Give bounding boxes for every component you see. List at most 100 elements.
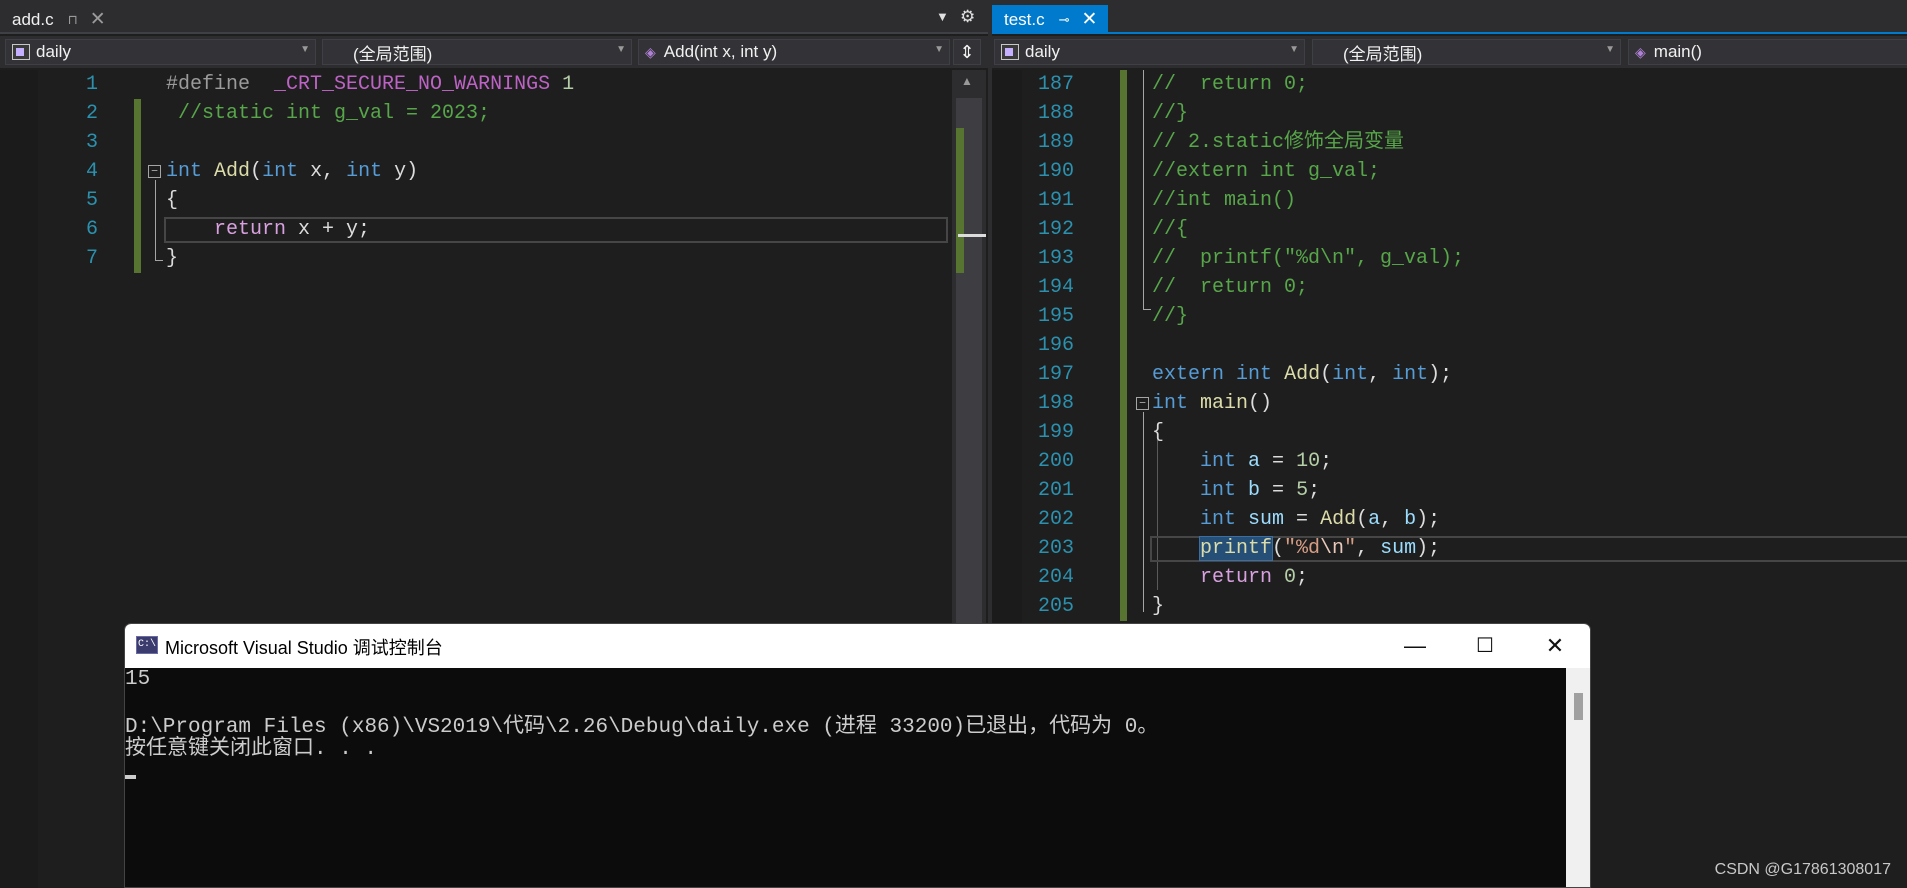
console-scrollbar[interactable] (1566, 668, 1590, 887)
gear-icon[interactable]: ⚙ (960, 7, 975, 27)
pin-icon[interactable]: ⊸ (1059, 12, 1070, 28)
change-map-marker (956, 128, 964, 273)
code-line: printf("%d\n", sum); (1198, 536, 1441, 561)
console-app-icon: C:\ (136, 636, 158, 654)
line-number: 193 (1037, 247, 1074, 270)
code-line: //} (1152, 305, 1189, 328)
minimize-icon[interactable]: — (1380, 624, 1450, 668)
code-line: } (1152, 595, 1165, 618)
line-number: 1 (85, 73, 98, 96)
right-navigation-bar: daily ▼ (全局范围) ▼ ◈ main() (992, 36, 1907, 68)
chevron-down-icon: ▼ (1605, 44, 1615, 55)
line-number: 188 (1037, 102, 1074, 125)
collapse-icon[interactable]: − (148, 165, 161, 178)
project-dropdown-label: daily (1025, 42, 1060, 61)
code-line: //} (1152, 102, 1189, 125)
chevron-down-icon: ▼ (1289, 44, 1299, 55)
fold-guide (1143, 70, 1144, 310)
left-tab-strip: add.c ⊓ ✕ ▼ ⚙ (0, 0, 988, 34)
tab-title: add.c (12, 9, 54, 29)
line-number: 190 (1037, 160, 1074, 183)
selected-text: printf (1198, 536, 1274, 561)
project-dropdown[interactable]: daily ▼ (994, 39, 1305, 65)
console-scrollbar-thumb[interactable] (1574, 693, 1583, 720)
line-number: 205 (1037, 595, 1074, 618)
code-line: return x + y; (214, 218, 371, 241)
member-dropdown[interactable]: ◈ Add(int x, int y) ▼ (638, 39, 950, 65)
line-number: 203 (1037, 537, 1074, 560)
code-line: int main() (1152, 392, 1273, 415)
code-line: // return 0; (1152, 73, 1309, 96)
code-line: //int main() (1152, 189, 1297, 212)
code-line: extern int Add(int, int); (1152, 363, 1453, 386)
member-dropdown-label: main() (1653, 42, 1702, 61)
console-cursor (125, 775, 136, 779)
scroll-up-icon[interactable]: ▲ (961, 74, 973, 88)
console-title-bar[interactable]: C:\ Microsoft Visual Studio 调试控制台 — ☐ ✕ (125, 624, 1590, 668)
code-line: //{ (1152, 218, 1189, 241)
project-icon (1001, 44, 1019, 60)
code-line: int Add(int x, int y) (166, 160, 419, 183)
maximize-icon[interactable]: ☐ (1450, 624, 1520, 668)
line-number: 196 (1037, 334, 1074, 357)
line-number: 200 (1037, 450, 1074, 473)
close-icon[interactable]: ✕ (1082, 10, 1098, 29)
console-line: 15 (125, 668, 151, 691)
line-number: 202 (1037, 508, 1074, 531)
line-number: 191 (1037, 189, 1074, 212)
code-line: return 0; (1200, 566, 1309, 589)
code-line: int sum = Add(a, b); (1200, 508, 1441, 531)
line-number: 198 (1037, 392, 1074, 415)
project-dropdown-label: daily (36, 42, 71, 61)
scope-dropdown-label: (全局范围) (353, 44, 433, 64)
close-icon[interactable]: ✕ (1520, 624, 1590, 668)
code-line: } (166, 247, 179, 270)
line-number: 3 (85, 131, 98, 154)
split-view-icon[interactable]: ⇕ (953, 39, 981, 65)
line-number: 4 (85, 160, 98, 183)
fold-guide-end (155, 260, 163, 261)
console-line: D:\Program Files (x86)\VS2019\代码\2.26\De… (125, 716, 1159, 739)
line-number: 194 (1037, 276, 1074, 299)
collapse-icon[interactable]: − (1136, 397, 1149, 410)
line-number: 195 (1037, 305, 1074, 328)
line-number: 5 (85, 189, 98, 212)
member-dropdown[interactable]: ◈ main() (1628, 39, 1907, 65)
project-icon (12, 44, 30, 60)
indent-guide (1157, 440, 1158, 590)
line-number: 192 (1037, 218, 1074, 241)
code-line: #define _CRT_SECURE_NO_WARNINGS 1 (166, 73, 575, 96)
line-number: 7 (85, 247, 98, 270)
close-icon[interactable]: ✕ (90, 10, 106, 29)
tab-title: test.c (1004, 9, 1045, 29)
chevron-down-icon: ▼ (300, 44, 310, 55)
code-line: int a = 10; (1200, 450, 1333, 473)
scope-dropdown[interactable]: (全局范围) ▼ (322, 39, 632, 65)
scope-dropdown[interactable]: (全局范围) ▼ (1312, 39, 1621, 65)
function-cube-icon: ◈ (1635, 43, 1646, 60)
line-number: 197 (1037, 363, 1074, 386)
pin-icon[interactable]: ⊓ (68, 12, 78, 28)
line-number: 2 (85, 102, 98, 125)
change-indicator (134, 99, 141, 273)
fold-guide (155, 180, 156, 261)
caret-position-marker (958, 234, 986, 237)
line-number: 187 (1037, 73, 1074, 96)
indicator-margin (0, 70, 38, 888)
debug-console-window[interactable]: C:\ Microsoft Visual Studio 调试控制台 — ☐ ✕ … (124, 623, 1591, 888)
code-line: //extern int g_val; (1152, 160, 1381, 183)
tab-add-c[interactable]: add.c ⊓ ✕ (0, 5, 128, 34)
project-dropdown[interactable]: daily ▼ (5, 39, 316, 65)
code-line: // return 0; (1152, 276, 1309, 299)
tab-strip-accent (992, 32, 1907, 34)
dropdown-arrow-icon[interactable]: ▼ (936, 9, 949, 24)
console-output[interactable]: 15 D:\Program Files (x86)\VS2019\代码\2.26… (125, 668, 1566, 887)
function-cube-icon: ◈ (645, 43, 656, 60)
console-line: 按任意键关闭此窗口. . . (125, 738, 378, 761)
line-number: 199 (1037, 421, 1074, 444)
tab-test-c[interactable]: test.c ⊸ ✕ (992, 5, 1108, 34)
code-line: { (1152, 421, 1165, 444)
code-line: // 2.static修饰全局变量 (1152, 131, 1405, 154)
line-number: 189 (1037, 131, 1074, 154)
fold-guide (1143, 412, 1144, 612)
